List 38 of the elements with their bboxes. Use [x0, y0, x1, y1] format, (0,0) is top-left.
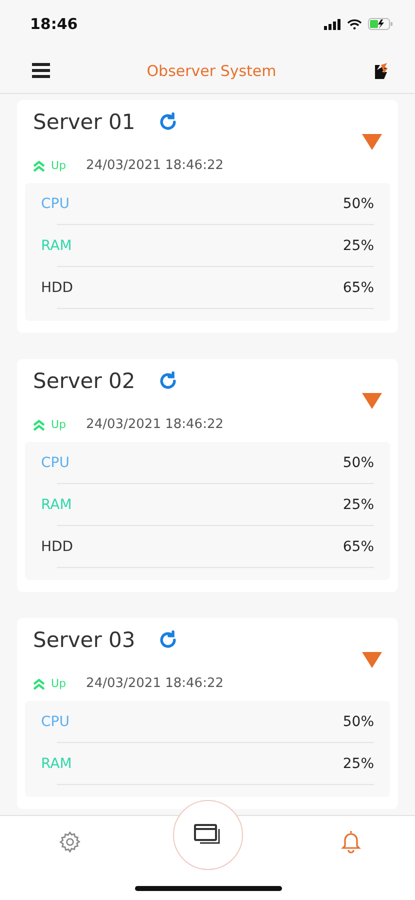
timestamp: 24/03/2021 18:46:22 [86, 417, 224, 432]
metric-label: HDD [41, 539, 74, 555]
metric-label: HDD [41, 280, 74, 296]
metric-label: CPU [41, 196, 70, 212]
metric-label: CPU [41, 455, 70, 471]
metric-value: 50% [342, 196, 374, 212]
server-name: Server 01 [33, 110, 136, 134]
server-name: Server 03 [33, 628, 136, 652]
wifi-icon [347, 18, 362, 30]
status-time: 18:46 [30, 15, 78, 33]
timestamp: 24/03/2021 18:46:22 [86, 676, 224, 691]
metric-value: 65% [342, 280, 374, 296]
metric-value: 25% [342, 238, 374, 254]
status-label: Up [51, 677, 66, 690]
windows-icon [193, 823, 223, 847]
signal-icon [324, 18, 341, 30]
metric-value: 25% [342, 497, 374, 513]
metric-label: RAM [41, 238, 72, 254]
status-label: Up [51, 418, 66, 431]
metric-label: RAM [41, 756, 72, 772]
app-title: Observer System [146, 62, 276, 80]
logo-icon[interactable] [372, 62, 389, 80]
metric-value: 50% [342, 714, 374, 730]
menu-icon[interactable] [32, 63, 50, 78]
metric-label: CPU [41, 714, 70, 730]
metric-label: RAM [41, 497, 72, 513]
battery-icon [368, 18, 393, 30]
dropdown-triangle-icon[interactable] [362, 652, 382, 668]
dropdown-triangle-icon[interactable] [362, 393, 382, 409]
dropdown-triangle-icon[interactable] [362, 134, 382, 150]
metric-value: 50% [342, 455, 374, 471]
timestamp: 24/03/2021 18:46:22 [86, 158, 224, 173]
metric-value: 65% [342, 539, 374, 555]
server-name: Server 02 [33, 369, 136, 393]
settings-icon [58, 830, 82, 854]
status-label: Up [51, 159, 66, 172]
bell-icon [339, 829, 363, 855]
metric-value: 25% [342, 756, 374, 772]
